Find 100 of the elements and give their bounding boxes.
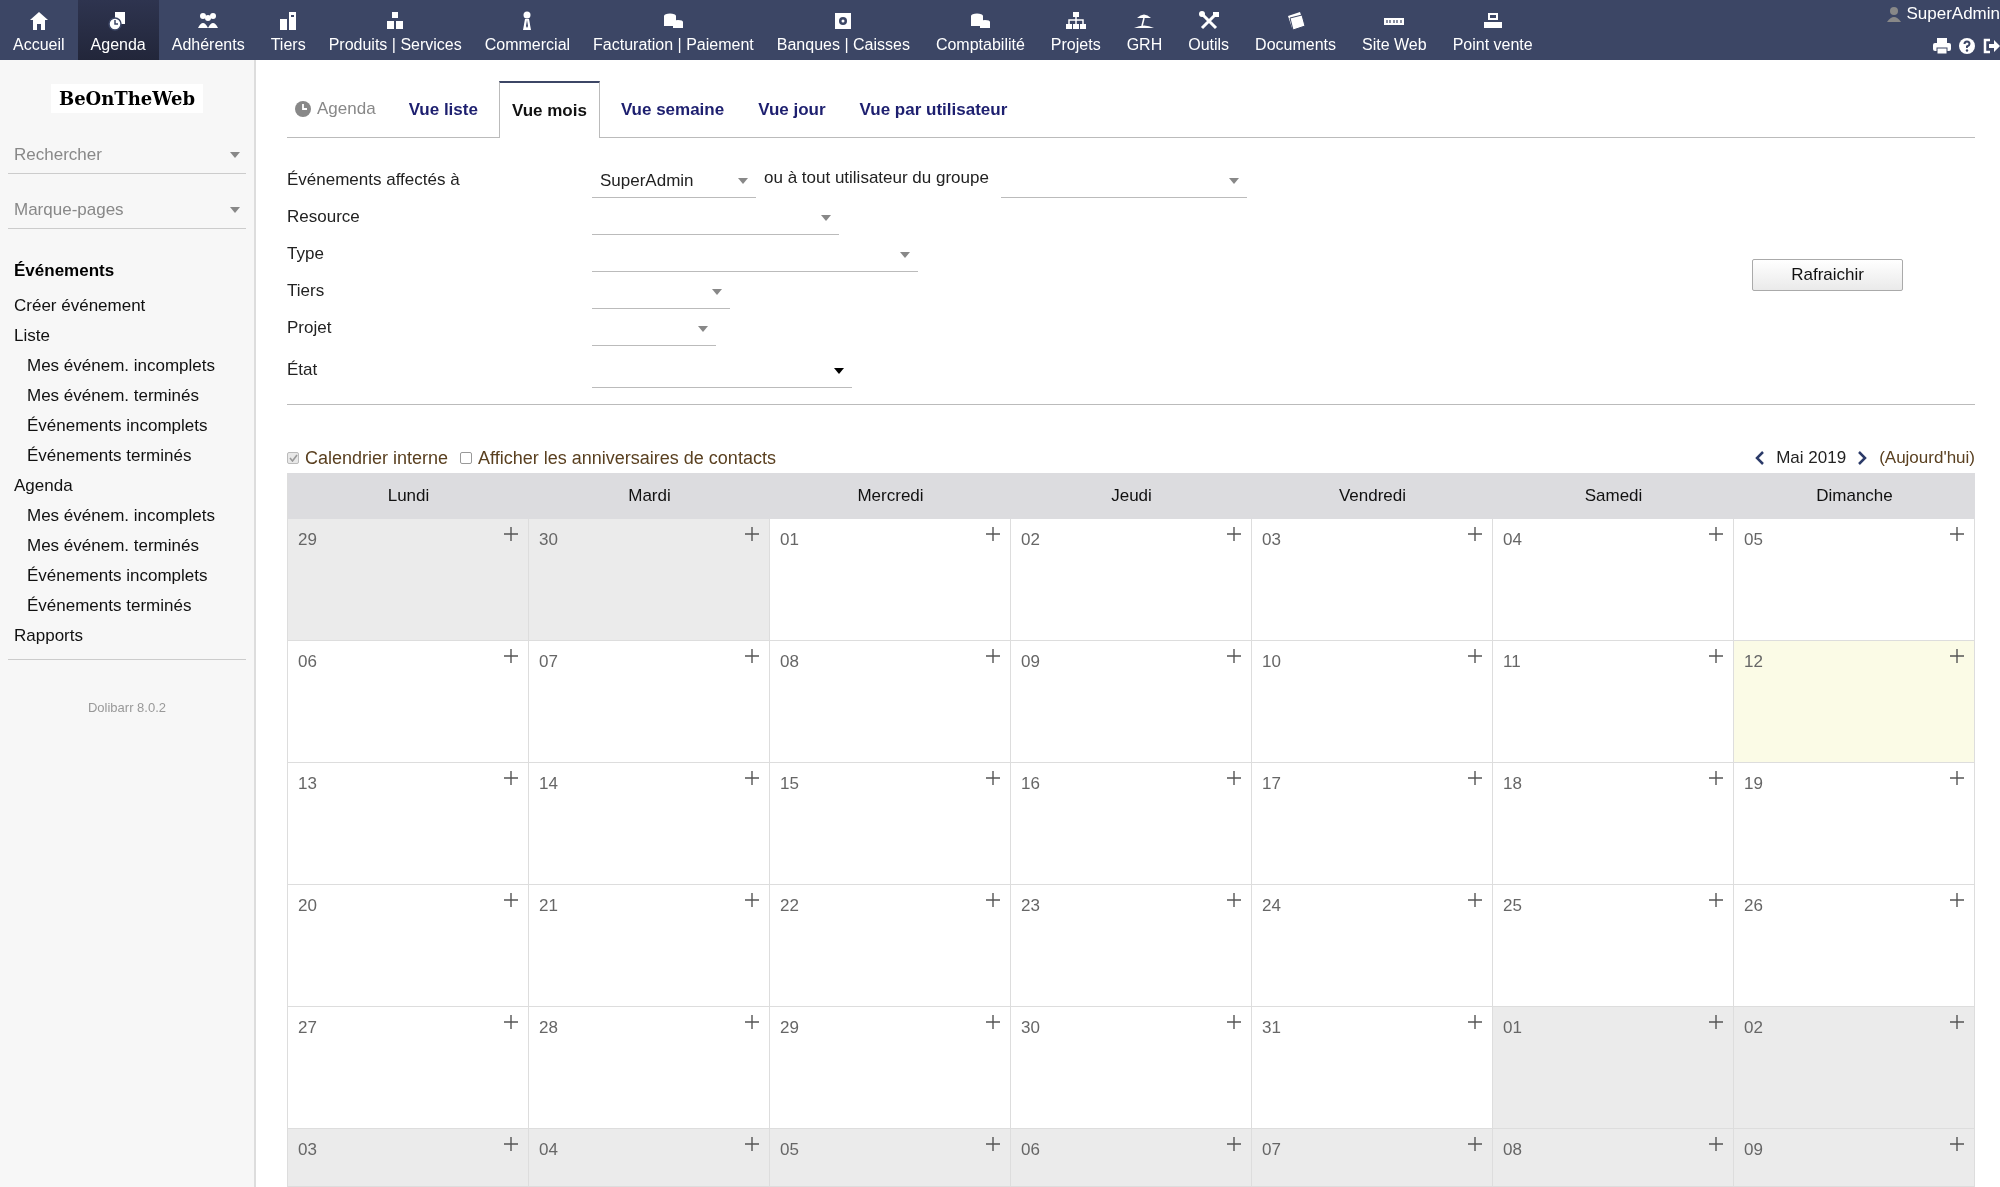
day-cell[interactable]: 12 bbox=[1734, 641, 1975, 763]
menu-tab[interactable]: GRH bbox=[1113, 0, 1176, 60]
day-cell[interactable]: 06 bbox=[1011, 1129, 1252, 1187]
menu-tab[interactable]: Facturation | Paiement bbox=[583, 0, 764, 60]
plus-icon[interactable] bbox=[504, 1015, 518, 1029]
plus-icon[interactable] bbox=[745, 1137, 759, 1151]
plus-icon[interactable] bbox=[1950, 1015, 1964, 1029]
day-cell[interactable]: 23 bbox=[1011, 885, 1252, 1007]
plus-icon[interactable] bbox=[504, 1137, 518, 1151]
day-cell[interactable]: 03 bbox=[288, 1129, 529, 1187]
plus-icon[interactable] bbox=[1709, 649, 1723, 663]
day-cell[interactable]: 31 bbox=[1252, 1007, 1493, 1129]
refresh-button[interactable]: Rafraichir bbox=[1752, 258, 1903, 291]
menu-tab[interactable]: Projets bbox=[1037, 0, 1114, 60]
bookmarks-select[interactable]: Marque-pages bbox=[8, 194, 246, 229]
plus-icon[interactable] bbox=[745, 649, 759, 663]
plus-icon[interactable] bbox=[745, 527, 759, 541]
plus-icon[interactable] bbox=[1227, 527, 1241, 541]
day-cell[interactable]: 27 bbox=[288, 1007, 529, 1129]
plus-icon[interactable] bbox=[986, 649, 1000, 663]
plus-icon[interactable] bbox=[1950, 1137, 1964, 1151]
plus-icon[interactable] bbox=[1468, 1015, 1482, 1029]
day-cell[interactable]: 02 bbox=[1011, 519, 1252, 641]
day-cell[interactable]: 18 bbox=[1493, 763, 1734, 885]
plus-icon[interactable] bbox=[1227, 1015, 1241, 1029]
plus-icon[interactable] bbox=[986, 1137, 1000, 1151]
day-cell[interactable]: 04 bbox=[1493, 519, 1734, 641]
menu-link[interactable]: Événements incomplets bbox=[8, 561, 246, 591]
day-cell[interactable]: 04 bbox=[529, 1129, 770, 1187]
plus-icon[interactable] bbox=[504, 771, 518, 785]
menu-link[interactable]: Créer événement bbox=[8, 291, 246, 321]
view-tab[interactable]: Vue liste bbox=[395, 81, 491, 137]
chevron-right-icon[interactable] bbox=[1858, 451, 1868, 465]
plus-icon[interactable] bbox=[1709, 893, 1723, 907]
plus-icon[interactable] bbox=[1950, 527, 1964, 541]
day-cell[interactable]: 19 bbox=[1734, 763, 1975, 885]
day-cell[interactable]: 30 bbox=[529, 519, 770, 641]
day-cell[interactable]: 01 bbox=[770, 519, 1011, 641]
plus-icon[interactable] bbox=[1950, 771, 1964, 785]
day-cell[interactable]: 02 bbox=[1734, 1007, 1975, 1129]
day-cell[interactable]: 05 bbox=[1734, 519, 1975, 641]
day-cell[interactable]: 03 bbox=[1252, 519, 1493, 641]
menu-tab[interactable]: Tiers bbox=[257, 0, 319, 60]
plus-icon[interactable] bbox=[1227, 771, 1241, 785]
day-cell[interactable]: 24 bbox=[1252, 885, 1493, 1007]
day-cell[interactable]: 07 bbox=[529, 641, 770, 763]
day-cell[interactable]: 14 bbox=[529, 763, 770, 885]
day-cell[interactable]: 29 bbox=[288, 519, 529, 641]
plus-icon[interactable] bbox=[1468, 1137, 1482, 1151]
view-tab[interactable]: Vue jour bbox=[745, 81, 839, 137]
day-cell[interactable]: 26 bbox=[1734, 885, 1975, 1007]
day-cell[interactable]: 05 bbox=[770, 1129, 1011, 1187]
menu-tab[interactable]: Point vente bbox=[1439, 0, 1546, 60]
view-tab[interactable]: Vue semaine bbox=[607, 81, 738, 137]
plus-icon[interactable] bbox=[986, 771, 1000, 785]
menu-link[interactable]: Événements terminés bbox=[8, 591, 246, 621]
chevron-left-icon[interactable] bbox=[1755, 451, 1765, 465]
day-cell[interactable]: 25 bbox=[1493, 885, 1734, 1007]
logout-icon[interactable] bbox=[1983, 38, 2000, 54]
plus-icon[interactable] bbox=[1950, 893, 1964, 907]
menu-link[interactable]: Liste bbox=[8, 321, 246, 351]
day-cell[interactable]: 11 bbox=[1493, 641, 1734, 763]
menu-tab[interactable]: Accueil bbox=[0, 0, 78, 60]
plus-icon[interactable] bbox=[1468, 893, 1482, 907]
day-cell[interactable]: 08 bbox=[770, 641, 1011, 763]
menu-link[interactable]: Événements incomplets bbox=[8, 411, 246, 441]
company-logo[interactable]: BeOnTheWeb bbox=[50, 84, 204, 113]
menu-tab[interactable]: Site Web bbox=[1349, 0, 1440, 60]
menu-link[interactable]: Événements terminés bbox=[8, 441, 246, 471]
plus-icon[interactable] bbox=[1709, 771, 1723, 785]
menu-link[interactable]: Agenda bbox=[8, 471, 246, 501]
day-cell[interactable]: 07 bbox=[1252, 1129, 1493, 1187]
day-cell[interactable]: 01 bbox=[1493, 1007, 1734, 1129]
plus-icon[interactable] bbox=[745, 771, 759, 785]
plus-icon[interactable] bbox=[504, 649, 518, 663]
menu-tab[interactable]: Commercial bbox=[471, 0, 584, 60]
print-icon[interactable] bbox=[1933, 38, 1951, 54]
day-cell[interactable]: 09 bbox=[1011, 641, 1252, 763]
day-cell[interactable]: 13 bbox=[288, 763, 529, 885]
day-cell[interactable]: 28 bbox=[529, 1007, 770, 1129]
day-cell[interactable]: 16 bbox=[1011, 763, 1252, 885]
plus-icon[interactable] bbox=[745, 1015, 759, 1029]
menu-tab[interactable]: Agenda bbox=[77, 0, 159, 60]
menu-tab[interactable]: Produits | Services bbox=[318, 0, 472, 60]
menu-tab[interactable]: Adhérents bbox=[158, 0, 258, 60]
plus-icon[interactable] bbox=[1468, 649, 1482, 663]
plus-icon[interactable] bbox=[986, 1015, 1000, 1029]
menu-tab[interactable]: Comptabilité bbox=[922, 0, 1038, 60]
menu-heading[interactable]: Événements bbox=[8, 255, 246, 291]
day-cell[interactable]: 10 bbox=[1252, 641, 1493, 763]
plus-icon[interactable] bbox=[1709, 1015, 1723, 1029]
checkbox[interactable] bbox=[460, 452, 473, 464]
user-icon[interactable] bbox=[1887, 6, 1902, 22]
search-select[interactable]: Rechercher bbox=[8, 139, 246, 174]
menu-link[interactable]: Rapports bbox=[8, 621, 246, 651]
day-cell[interactable]: 06 bbox=[288, 641, 529, 763]
dropdown-field[interactable]: SuperAdmin bbox=[592, 164, 756, 198]
plus-icon[interactable] bbox=[1709, 1137, 1723, 1151]
day-cell[interactable]: 21 bbox=[529, 885, 770, 1007]
today-link[interactable]: (Aujourd'hui) bbox=[1879, 448, 1975, 468]
